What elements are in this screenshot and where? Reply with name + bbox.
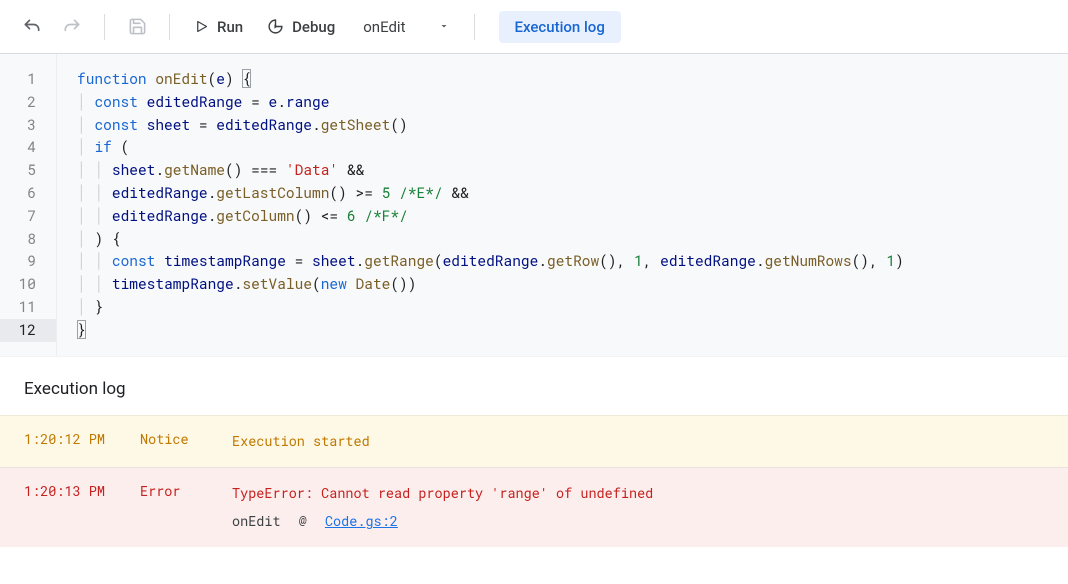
log-stack: onEdit @ Code.gs:2: [232, 510, 1044, 533]
undo-button[interactable]: [14, 9, 50, 45]
redo-button[interactable]: [54, 9, 90, 45]
log-message: TypeError: Cannot read property 'range' …: [232, 482, 1044, 534]
function-select-label: onEdit: [363, 18, 405, 36]
code-editor[interactable]: 123456789101112 function onEdit(e) {│ co…: [0, 54, 1068, 357]
log-row: 1:20:12 PM Notice Execution started: [0, 415, 1068, 467]
log-time: 1:20:13 PM: [24, 482, 140, 500]
line-gutter: 123456789101112: [0, 54, 56, 356]
function-select[interactable]: onEdit: [349, 12, 459, 42]
log-error-text: TypeError: Cannot read property 'range' …: [232, 484, 653, 502]
separator: [104, 14, 105, 40]
code-area[interactable]: function onEdit(e) {│ const editedRange …: [56, 54, 1068, 356]
log-row: 1:20:13 PM Error TypeError: Cannot read …: [0, 467, 1068, 548]
separator: [169, 14, 170, 40]
save-icon: [128, 17, 147, 36]
debug-label: Debug: [292, 18, 335, 36]
execution-log-button[interactable]: Execution log: [499, 11, 621, 43]
execution-log-label: Execution log: [515, 18, 605, 36]
log-level: Error: [140, 482, 232, 500]
debug-button[interactable]: Debug: [257, 12, 345, 42]
toolbar: Run Debug onEdit Execution log: [0, 0, 1068, 54]
log-time: 1:20:12 PM: [24, 430, 140, 448]
run-label: Run: [217, 18, 243, 36]
chevron-down-icon: [438, 18, 450, 36]
debug-icon: [267, 18, 284, 35]
log-stack-link[interactable]: Code.gs:2: [325, 512, 398, 530]
log-message: Execution started: [232, 430, 1044, 453]
run-button[interactable]: Run: [184, 12, 253, 42]
log-stack-at: @: [299, 512, 307, 530]
execution-log-title: Execution log: [0, 357, 1068, 415]
separator: [474, 14, 475, 40]
save-button[interactable]: [119, 9, 155, 45]
log-stack-fn: onEdit: [232, 512, 281, 530]
play-icon: [194, 19, 209, 34]
redo-icon: [62, 17, 82, 37]
execution-log-panel: Execution log 1:20:12 PM Notice Executio…: [0, 357, 1068, 548]
log-level: Notice: [140, 430, 232, 448]
undo-icon: [22, 17, 42, 37]
